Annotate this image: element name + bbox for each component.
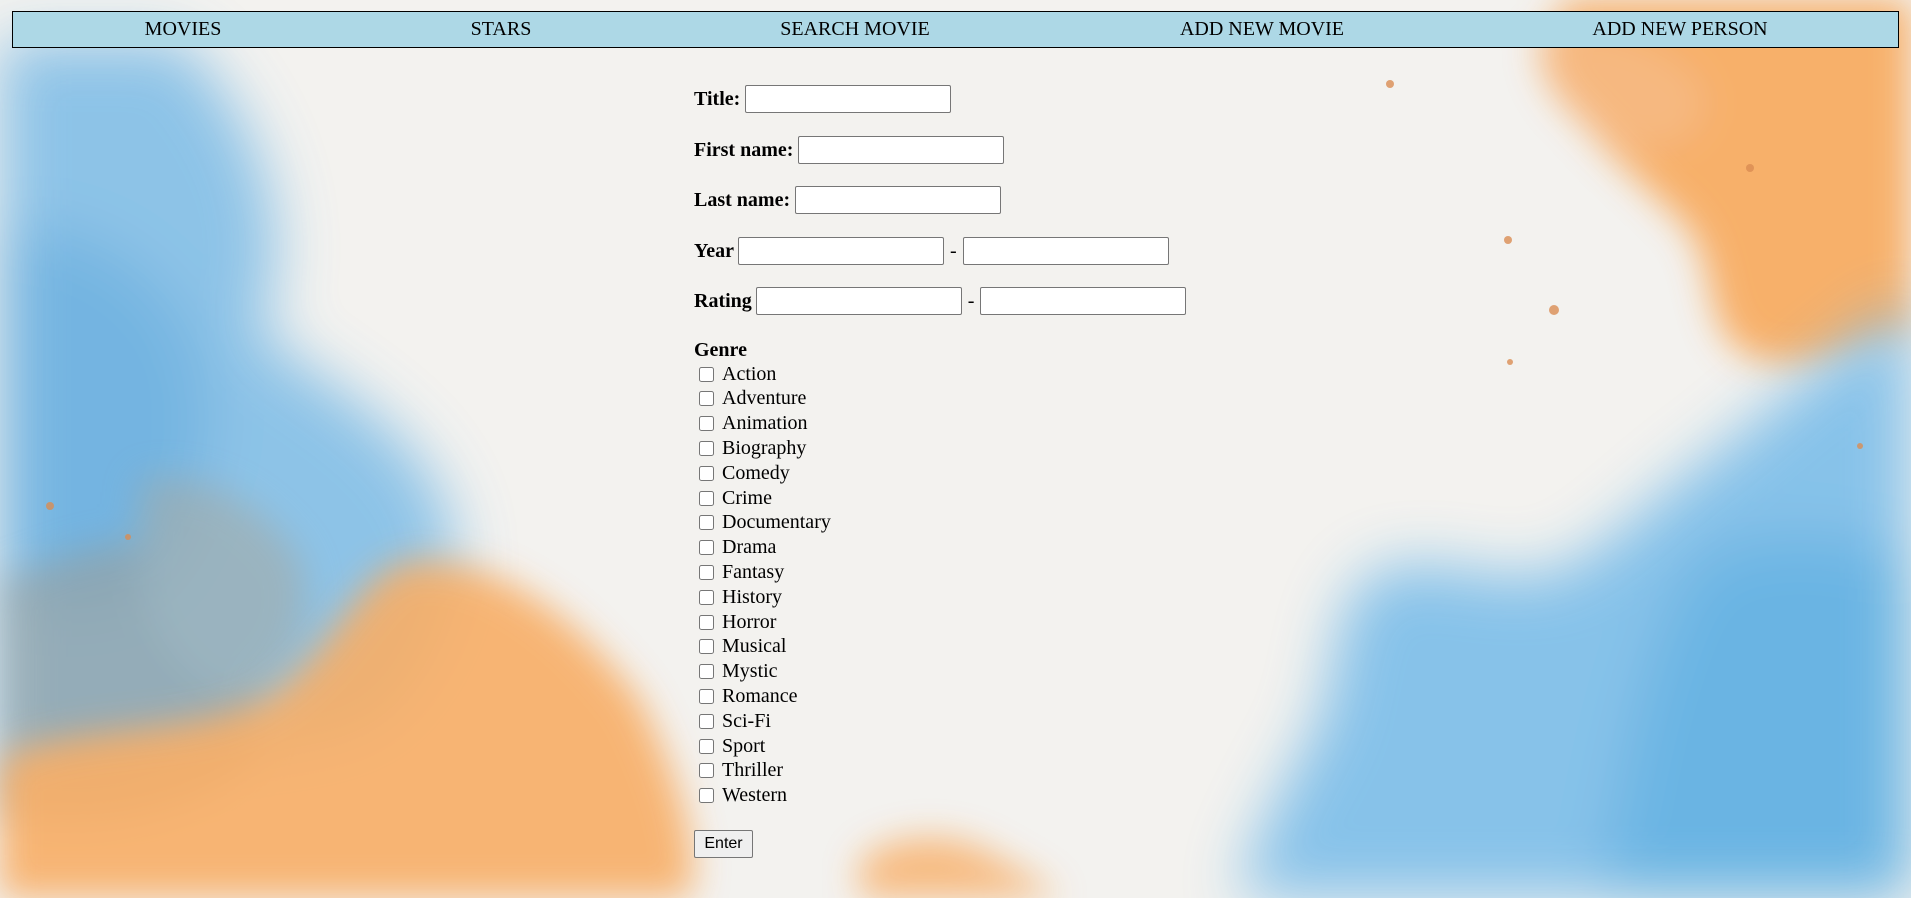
genre-option-romance[interactable]: Romance <box>699 684 798 708</box>
genre-label-biography: Biography <box>722 436 807 459</box>
nav-link-search-movie[interactable]: SEARCH MOVIE <box>780 12 929 47</box>
top-navigation-bar: MOVIES STARS SEARCH MOVIE ADD NEW MOVIE … <box>12 11 1899 48</box>
genre-checkbox-thriller[interactable] <box>699 763 714 779</box>
genre-option-drama[interactable]: Drama <box>699 536 776 560</box>
genre-checkbox-romance[interactable] <box>699 688 714 704</box>
genre-checkbox-sport[interactable] <box>699 738 714 754</box>
genre-label-crime: Crime <box>722 486 772 509</box>
genre-checkbox-sci-fi[interactable] <box>699 713 714 729</box>
genre-option-western[interactable]: Western <box>699 784 787 808</box>
genre-checkbox-adventure[interactable] <box>699 391 714 407</box>
first-name-label: First name: <box>694 138 794 161</box>
genre-label-animation: Animation <box>722 412 808 435</box>
genre-label-western: Western <box>722 784 788 807</box>
genre-option-mystic[interactable]: Mystic <box>699 660 778 684</box>
genre-label-comedy: Comedy <box>722 461 790 484</box>
genre-label-documentary: Documentary <box>722 511 831 534</box>
genre-label-sport: Sport <box>722 734 766 757</box>
genre-checkbox-history[interactable] <box>699 589 714 605</box>
rating-row: Rating - <box>694 286 1187 316</box>
first-name-row: First name: <box>694 135 1005 165</box>
genre-checkbox-crime[interactable] <box>699 490 714 506</box>
year-from-input[interactable] <box>737 237 944 265</box>
genre-option-sci-fi[interactable]: Sci-Fi <box>699 709 771 733</box>
genre-label-romance: Romance <box>722 684 798 707</box>
genre-checkbox-documentary[interactable] <box>699 515 714 531</box>
genre-label-history: History <box>722 585 782 608</box>
enter-button[interactable]: Enter <box>694 830 753 858</box>
title-row: Title: <box>694 84 952 114</box>
genre-label-musical: Musical <box>722 635 787 658</box>
genre-label-sci-fi: Sci-Fi <box>722 709 771 732</box>
genre-label-horror: Horror <box>722 610 777 633</box>
genre-label-adventure: Adventure <box>722 387 807 410</box>
nav-link-stars[interactable]: STARS <box>471 12 532 47</box>
genre-option-musical[interactable]: Musical <box>699 635 786 659</box>
genre-option-crime[interactable]: Crime <box>699 486 772 510</box>
rating-label: Rating <box>694 289 752 312</box>
genre-option-fantasy[interactable]: Fantasy <box>699 560 784 584</box>
last-name-input[interactable] <box>795 186 1002 214</box>
genre-checkbox-horror[interactable] <box>699 614 714 630</box>
last-name-row: Last name: <box>694 185 1002 215</box>
genre-label-mystic: Mystic <box>722 660 778 683</box>
genre-option-sport[interactable]: Sport <box>699 734 765 758</box>
first-name-input[interactable] <box>798 136 1005 164</box>
genre-label-thriller: Thriller <box>722 759 784 782</box>
nav-link-movies[interactable]: MOVIES <box>145 12 222 47</box>
year-range-separator: - <box>949 239 957 262</box>
genre-option-adventure[interactable]: Adventure <box>699 387 806 411</box>
title-label: Title: <box>694 87 741 110</box>
rating-to-input[interactable] <box>980 287 1187 315</box>
nav-link-add-new-person[interactable]: ADD NEW PERSON <box>1592 12 1767 47</box>
genre-label-drama: Drama <box>722 536 777 559</box>
genre-checkbox-drama[interactable] <box>699 540 714 556</box>
genre-checkbox-biography[interactable] <box>699 440 714 456</box>
genre-checkbox-animation[interactable] <box>699 416 714 432</box>
year-label: Year <box>694 239 734 262</box>
rating-range-separator: - <box>967 289 975 312</box>
year-row: Year - <box>694 236 1169 266</box>
genre-checkbox-mystic[interactable] <box>699 664 714 680</box>
genre-label-action: Action <box>722 362 777 385</box>
genre-option-documentary[interactable]: Documentary <box>699 511 831 535</box>
genre-option-comedy[interactable]: Comedy <box>699 461 790 485</box>
genre-label-fantasy: Fantasy <box>722 560 785 583</box>
rating-from-input[interactable] <box>755 287 962 315</box>
genre-checkbox-comedy[interactable] <box>699 465 714 481</box>
genre-option-action[interactable]: Action <box>699 362 776 386</box>
genre-option-biography[interactable]: Biography <box>699 436 806 460</box>
genre-heading: Genre <box>694 339 747 361</box>
genre-option-horror[interactable]: Horror <box>699 610 776 634</box>
nav-link-add-new-movie[interactable]: ADD NEW MOVIE <box>1180 12 1344 47</box>
genre-option-history[interactable]: History <box>699 585 782 609</box>
genre-checkbox-fantasy[interactable] <box>699 564 714 580</box>
genre-checkbox-action[interactable] <box>699 366 714 382</box>
genre-checkbox-musical[interactable] <box>699 639 714 655</box>
genre-option-animation[interactable]: Animation <box>699 412 808 436</box>
last-name-label: Last name: <box>694 188 791 211</box>
genre-option-thriller[interactable]: Thriller <box>699 759 783 783</box>
year-to-input[interactable] <box>962 237 1169 265</box>
genre-checkbox-western[interactable] <box>699 788 714 804</box>
title-input[interactable] <box>745 85 952 113</box>
